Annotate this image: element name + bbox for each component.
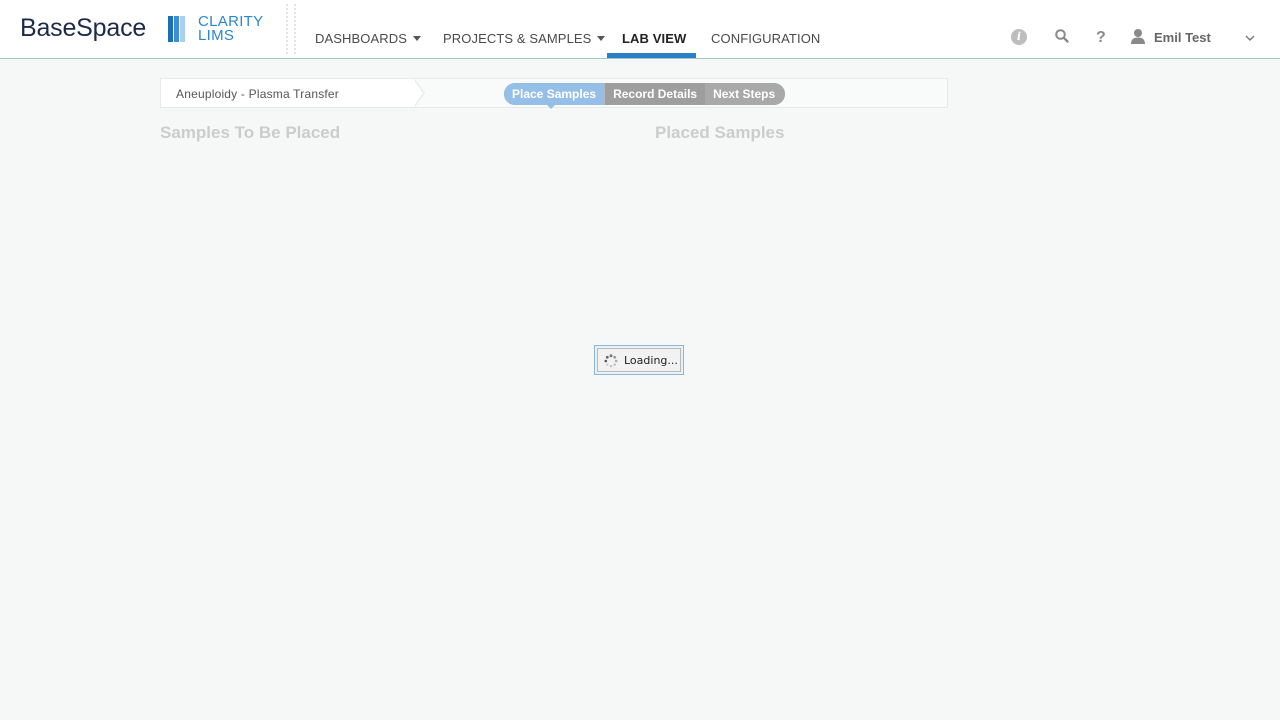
nav-projects-samples[interactable]: PROJECTS & SAMPLES bbox=[443, 31, 606, 46]
caret-down-icon bbox=[597, 36, 606, 41]
samples-to-be-placed-title: Samples To Be Placed bbox=[160, 123, 341, 142]
loading-text: Loading... bbox=[624, 354, 678, 367]
caret-down-icon bbox=[413, 36, 422, 41]
user-name[interactable]: Emil Test bbox=[1154, 30, 1211, 45]
spinner-icon bbox=[604, 354, 618, 368]
step-record-details[interactable]: Record Details bbox=[604, 83, 706, 105]
clarity-logo-mark bbox=[168, 16, 186, 42]
help-icon[interactable]: ? bbox=[1096, 29, 1114, 47]
clarity-logo-line2: LIMS bbox=[198, 27, 235, 44]
info-icon[interactable]: i bbox=[1011, 29, 1027, 45]
nav-active-indicator bbox=[607, 53, 696, 58]
nav-configuration-label: CONFIGURATION bbox=[711, 31, 821, 46]
nav-dashboards-label: DASHBOARDS bbox=[315, 31, 408, 46]
basespace-logo[interactable]: BaseSpace bbox=[20, 14, 146, 43]
loading-panel: Loading... bbox=[597, 348, 681, 372]
protocol-name: Aneuploidy - Plasma Transfer bbox=[176, 87, 340, 101]
step-progress: Place Samples Record Details Next Steps bbox=[504, 83, 786, 105]
nav-projects-samples-label: PROJECTS & SAMPLES bbox=[443, 31, 592, 46]
loading-dialog: Loading... bbox=[594, 345, 684, 375]
nav-configuration[interactable]: CONFIGURATION bbox=[711, 31, 820, 46]
top-header: BaseSpace CLARITY LIMS DASHBOARDS PROJEC… bbox=[0, 0, 1280, 59]
chevron-down-icon[interactable] bbox=[1244, 31, 1256, 43]
placed-samples-title: Placed Samples bbox=[655, 123, 785, 142]
step-place-samples[interactable]: Place Samples bbox=[504, 83, 605, 105]
nav-dashboards[interactable]: DASHBOARDS bbox=[315, 31, 422, 46]
step-next-steps[interactable]: Next Steps bbox=[705, 83, 786, 105]
breadcrumb-arrow bbox=[413, 79, 423, 107]
active-step-pointer bbox=[546, 104, 556, 109]
header-divider bbox=[286, 4, 296, 54]
nav-lab-view[interactable]: LAB VIEW bbox=[622, 31, 686, 46]
user-icon[interactable] bbox=[1130, 28, 1148, 46]
protocol-breadcrumb[interactable]: Aneuploidy - Plasma Transfer bbox=[161, 79, 413, 107]
nav-lab-view-label: LAB VIEW bbox=[622, 31, 687, 46]
clarity-lims-logo[interactable]: CLARITY LIMS bbox=[198, 14, 263, 44]
search-icon[interactable] bbox=[1054, 28, 1072, 46]
